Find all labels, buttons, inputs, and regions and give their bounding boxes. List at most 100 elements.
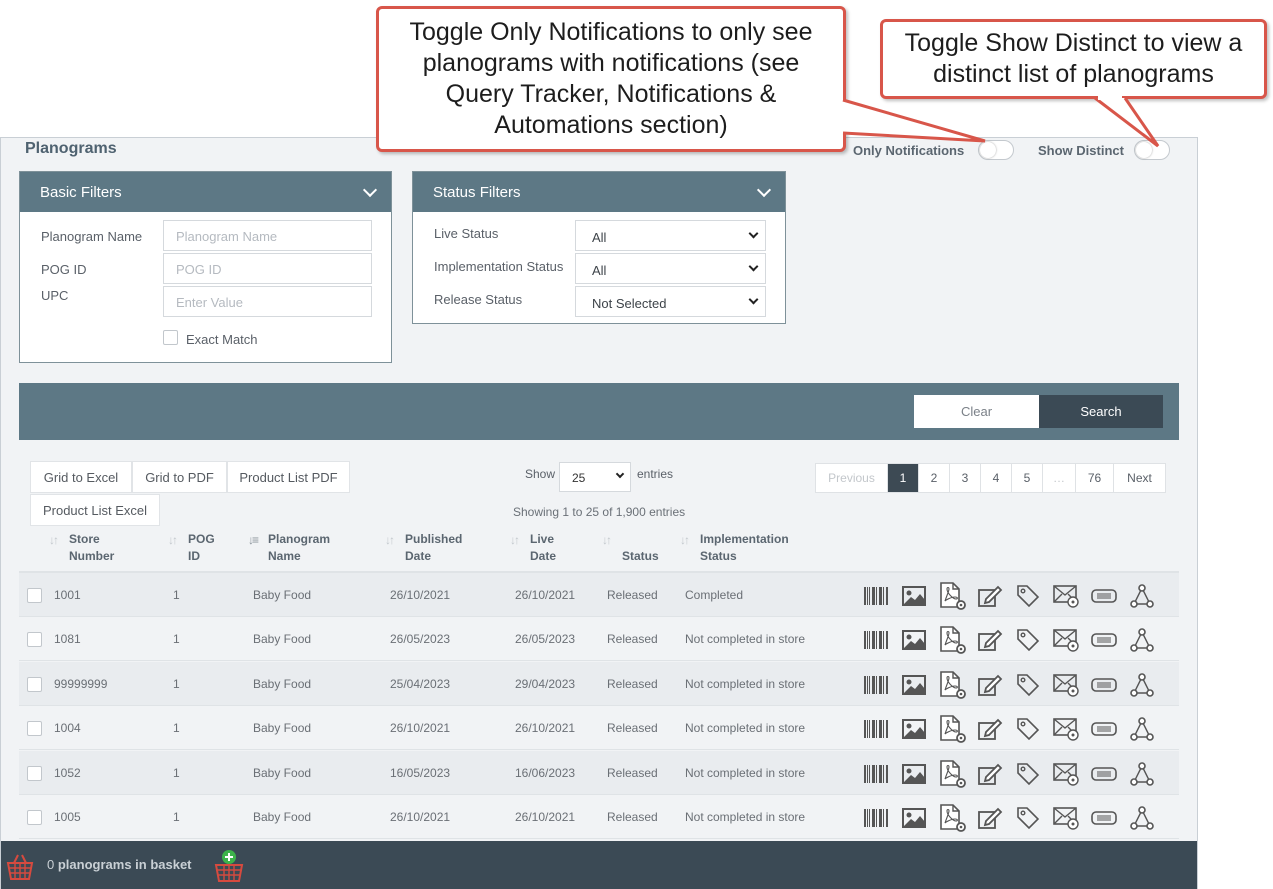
table-row[interactable]: 1052 1 Baby Food 16/05/2023 16/06/2023 Releas…: [19, 750, 1179, 795]
basket-icon[interactable]: [5, 853, 35, 881]
table-row[interactable]: 99999999 1 Baby Food 25/04/2023 29/04/2023 Re…: [19, 661, 1179, 706]
grid-to-excel-button[interactable]: Grid to Excel: [30, 461, 132, 493]
barcode-icon[interactable]: [857, 716, 895, 742]
pagination-page-4[interactable]: 4: [981, 464, 1012, 492]
pog-id-input[interactable]: POG ID: [163, 253, 372, 284]
pagination-page-5[interactable]: 5: [1012, 464, 1043, 492]
email-icon[interactable]: [1047, 716, 1085, 742]
network-icon[interactable]: [1123, 716, 1161, 742]
edit-icon[interactable]: [971, 761, 1009, 787]
search-button[interactable]: Search: [1039, 395, 1163, 428]
edit-icon[interactable]: [971, 627, 1009, 653]
tag-icon[interactable]: [1009, 672, 1047, 698]
table-row[interactable]: 1081 1 Baby Food 26/05/2023 26/05/2023 Releas…: [19, 617, 1179, 662]
sort-icon[interactable]: ↓↑: [385, 533, 395, 547]
ticket-icon[interactable]: [1085, 583, 1123, 609]
pdf-settings-icon[interactable]: [933, 582, 971, 610]
ticket-icon[interactable]: [1085, 761, 1123, 787]
col-live-date[interactable]: Live Date: [530, 531, 556, 565]
email-icon[interactable]: [1047, 805, 1085, 831]
barcode-icon[interactable]: [857, 761, 895, 787]
chevron-down-icon[interactable]: [756, 182, 772, 198]
email-icon[interactable]: [1047, 583, 1085, 609]
tag-icon[interactable]: [1009, 761, 1047, 787]
implementation-status-select[interactable]: All: [575, 253, 766, 284]
pagination-page-2[interactable]: 2: [919, 464, 950, 492]
basic-filters-header[interactable]: Basic Filters: [20, 172, 391, 212]
sort-icon[interactable]: ↓↑: [168, 533, 178, 547]
row-select-checkbox[interactable]: [27, 721, 42, 737]
row-select-checkbox[interactable]: [27, 765, 42, 781]
table-row[interactable]: 1004 1 Baby Food 26/10/2021 26/10/2021 Releas…: [19, 706, 1179, 751]
pdf-settings-icon[interactable]: [933, 715, 971, 744]
pdf-settings-icon[interactable]: [933, 759, 971, 788]
row-select-checkbox[interactable]: [27, 588, 42, 603]
tag-icon[interactable]: [1009, 627, 1047, 653]
live-status-select[interactable]: All: [575, 220, 766, 251]
add-to-basket-icon[interactable]: [213, 849, 245, 883]
pagination-page-3[interactable]: 3: [950, 464, 981, 492]
page-length-select[interactable]: 25: [559, 462, 631, 492]
email-icon[interactable]: [1047, 627, 1085, 653]
network-icon[interactable]: [1123, 805, 1161, 831]
table-row[interactable]: 1005 1 Baby Food 26/10/2021 26/10/2021 Releas…: [19, 795, 1179, 839]
edit-icon[interactable]: [971, 672, 1009, 698]
col-implementation-status[interactable]: Implementation Status: [700, 531, 789, 565]
pagination-next[interactable]: Next: [1114, 464, 1165, 492]
row-select-checkbox[interactable]: [27, 632, 42, 648]
table-row[interactable]: 1001 1 Baby Food 26/10/2021 26/10/2021 Releas…: [19, 573, 1179, 617]
clear-button[interactable]: Clear: [914, 395, 1039, 428]
planogram-name-input[interactable]: Planogram Name: [163, 220, 372, 251]
email-icon[interactable]: [1047, 672, 1085, 698]
network-icon[interactable]: [1123, 627, 1161, 653]
barcode-icon[interactable]: [857, 805, 895, 831]
barcode-icon[interactable]: [857, 627, 895, 653]
row-select-checkbox[interactable]: [27, 676, 42, 692]
col-planogram-name[interactable]: Planogram Name: [268, 531, 330, 565]
pdf-settings-icon[interactable]: [933, 804, 971, 832]
tag-icon[interactable]: [1009, 805, 1047, 831]
pagination-page-1[interactable]: 1: [888, 464, 919, 492]
barcode-icon[interactable]: [857, 583, 895, 609]
row-select-checkbox[interactable]: [27, 810, 42, 825]
pagination-previous[interactable]: Previous: [816, 464, 888, 492]
edit-icon[interactable]: [971, 805, 1009, 831]
grid-to-pdf-button[interactable]: Grid to PDF: [132, 461, 227, 493]
pdf-settings-icon[interactable]: [933, 670, 971, 699]
sort-asc-icon[interactable]: ↓≡: [248, 533, 259, 547]
tag-icon[interactable]: [1009, 583, 1047, 609]
col-store-number[interactable]: Store Number: [69, 531, 114, 565]
ticket-icon[interactable]: [1085, 627, 1123, 653]
product-list-excel-button[interactable]: Product List Excel: [30, 494, 160, 526]
sort-icon[interactable]: ↓↑: [510, 533, 520, 547]
col-published-date[interactable]: Published Date: [405, 531, 462, 565]
sort-icon[interactable]: ↓↑: [49, 533, 59, 547]
image-icon[interactable]: [895, 761, 933, 787]
email-icon[interactable]: [1047, 761, 1085, 787]
pagination-page-76[interactable]: 76: [1076, 464, 1114, 492]
status-filters-header[interactable]: Status Filters: [413, 172, 785, 212]
edit-icon[interactable]: [971, 716, 1009, 742]
ticket-icon[interactable]: [1085, 716, 1123, 742]
image-icon[interactable]: [895, 716, 933, 742]
upc-input[interactable]: Enter Value: [163, 286, 372, 317]
image-icon[interactable]: [895, 672, 933, 698]
image-icon[interactable]: [895, 805, 933, 831]
product-list-pdf-button[interactable]: Product List PDF: [227, 461, 350, 493]
col-pog-id[interactable]: POG ID: [188, 531, 215, 565]
barcode-icon[interactable]: [857, 672, 895, 698]
network-icon[interactable]: [1123, 672, 1161, 698]
network-icon[interactable]: [1123, 583, 1161, 609]
sort-icon[interactable]: ↓↑: [680, 533, 690, 547]
ticket-icon[interactable]: [1085, 805, 1123, 831]
network-icon[interactable]: [1123, 761, 1161, 787]
sort-icon[interactable]: ↓↑: [602, 533, 612, 547]
image-icon[interactable]: [895, 583, 933, 609]
exact-match-checkbox[interactable]: [163, 330, 178, 345]
image-icon[interactable]: [895, 627, 933, 653]
col-status[interactable]: Status: [622, 531, 659, 565]
release-status-select[interactable]: Not Selected: [575, 286, 766, 317]
chevron-down-icon[interactable]: [362, 182, 378, 198]
edit-icon[interactable]: [971, 583, 1009, 609]
pdf-settings-icon[interactable]: [933, 626, 971, 655]
